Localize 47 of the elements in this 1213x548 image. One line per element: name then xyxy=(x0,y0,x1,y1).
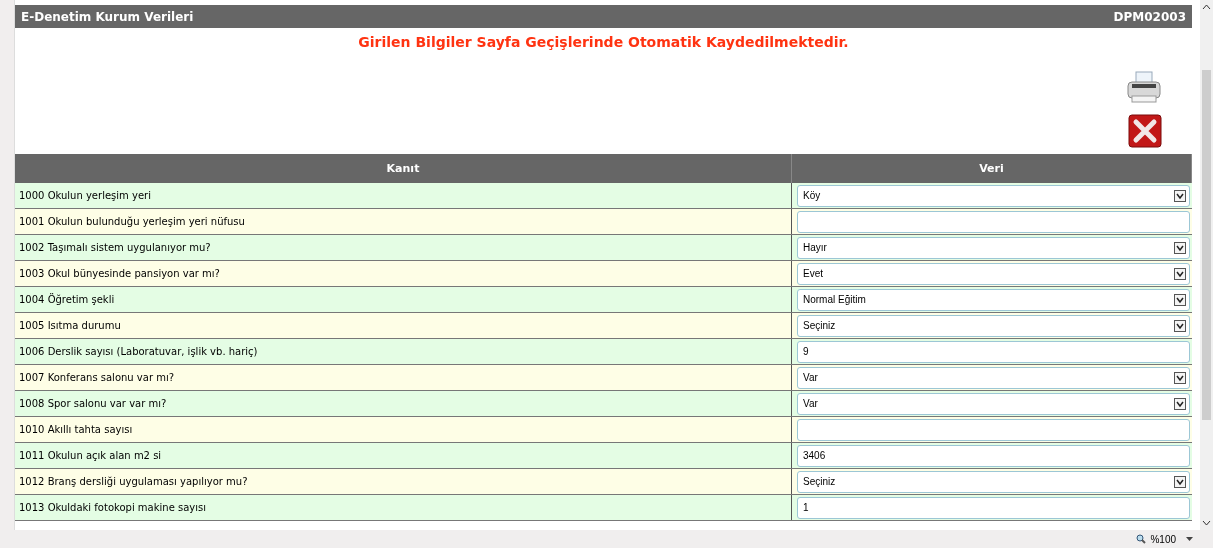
input-field[interactable] xyxy=(797,210,1190,233)
dropdown-arrow-icon xyxy=(1173,371,1186,384)
table-cell: 1002 Taşımalı sistem uygulanıyor mu? xyxy=(15,234,792,261)
column-header: Kanıt xyxy=(15,154,792,183)
scroll-up-icon[interactable] xyxy=(1202,4,1211,10)
page-code: DPM02003 xyxy=(1113,9,1186,24)
table-cell: 1000 Okulun yerleşim yeri xyxy=(15,183,792,209)
autosave-notice: Girilen Bilgiler Sayfa Geçişlerinde Otomatik Kaydedilmektedir. xyxy=(358,34,849,50)
zoom-level[interactable]: %100 xyxy=(1150,533,1176,545)
printer-icon[interactable] xyxy=(1126,70,1162,104)
table-cell: 1004 Öğretim şekli xyxy=(15,286,792,313)
caret-icon[interactable] xyxy=(1186,537,1193,541)
table-cell: 1011 Okulun açık alan m2 si xyxy=(15,442,792,469)
input-field[interactable]: 9 xyxy=(797,340,1190,363)
dropdown[interactable]: Evet xyxy=(797,262,1190,285)
table-cell: 1001 Okulun bulunduğu yerleşim yeri nüfusu xyxy=(15,208,792,235)
zoom-icon[interactable] xyxy=(1136,534,1147,544)
table-cell: 1003 Okul bünyesinde pansiyon var mı? xyxy=(15,260,792,287)
dropdown-arrow-icon xyxy=(1173,267,1186,280)
dropdown[interactable]: Köy xyxy=(797,184,1190,207)
dropdown-arrow-icon xyxy=(1173,475,1186,488)
page-title: E-Denetim Kurum Verileri xyxy=(21,9,194,24)
dropdown[interactable]: Hayır xyxy=(797,236,1190,259)
dropdown-arrow-icon xyxy=(1173,319,1186,332)
table-cell: 1006 Derslik sayısı (Laboratuvar, işlik vb. hariç) xyxy=(15,338,792,365)
table-cell: 1013 Okuldaki fotokopi makine sayısı xyxy=(15,494,792,521)
scrollbar-thumb[interactable] xyxy=(1202,70,1211,420)
dropdown[interactable]: Var xyxy=(797,366,1190,389)
dropdown[interactable]: Seçiniz xyxy=(797,470,1190,493)
dropdown-arrow-icon xyxy=(1173,189,1186,202)
input-field[interactable]: 1 xyxy=(797,496,1190,519)
dropdown[interactable]: Var xyxy=(797,392,1190,415)
close-icon[interactable] xyxy=(1128,114,1162,148)
dropdown-arrow-icon xyxy=(1173,241,1186,254)
dropdown-arrow-icon xyxy=(1173,293,1186,306)
table-cell: 1012 Branş dersliği uygulaması yapılıyor mu? xyxy=(15,468,792,495)
input-field[interactable] xyxy=(797,418,1190,441)
dropdown[interactable]: Seçiniz xyxy=(797,314,1190,337)
scroll-down-icon[interactable] xyxy=(1202,520,1211,526)
column-header: Veri xyxy=(791,154,1192,183)
table-cell: 1005 Isıtma durumu xyxy=(15,312,792,339)
table-cell: 1008 Spor salonu var var mı? xyxy=(15,390,792,417)
table-cell: 1007 Konferans salonu var mı? xyxy=(15,364,792,391)
table-cell: 1010 Akıllı tahta sayısı xyxy=(15,416,792,443)
input-field[interactable]: 3406 xyxy=(797,444,1190,467)
dropdown[interactable]: Normal Eğitim xyxy=(797,288,1190,311)
dropdown-arrow-icon xyxy=(1173,397,1186,410)
